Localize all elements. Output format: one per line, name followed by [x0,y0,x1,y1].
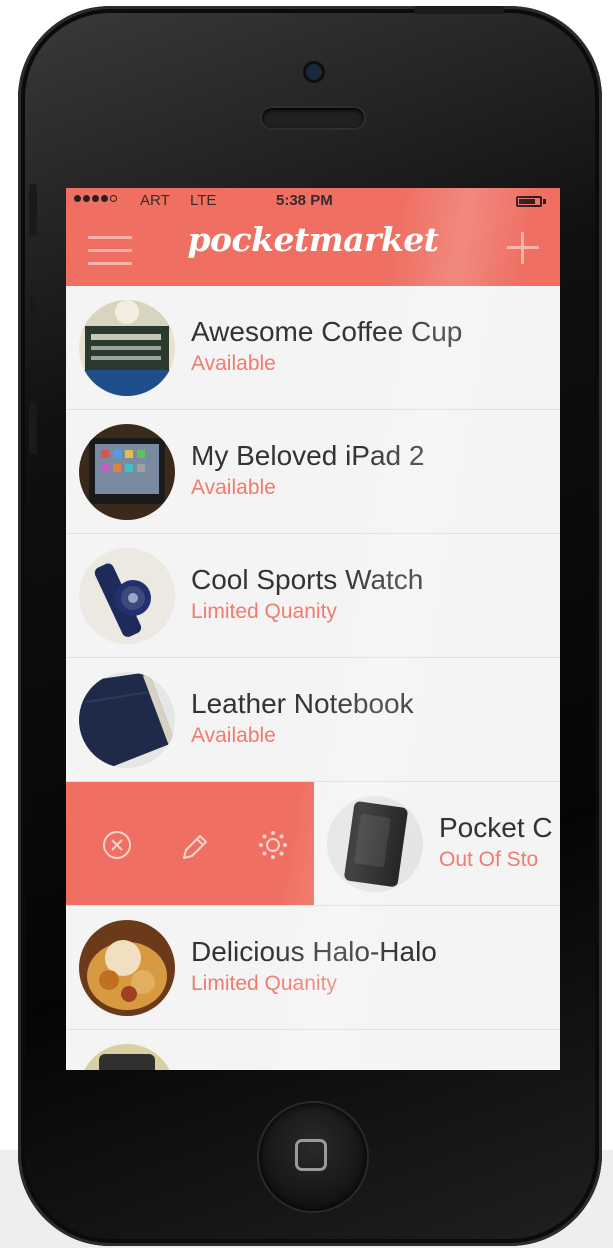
carrier-name: ART [140,192,170,209]
close-circle-icon[interactable] [102,830,132,860]
home-square-icon [295,1139,327,1171]
front-camera [306,64,322,80]
item-title: Pocket C [439,812,553,843]
app-header: ART LTE 5:38 PM pocketmarket [66,188,560,286]
item-status: Available [191,724,276,747]
swipe-actions [66,782,314,905]
item-thumbnail [79,548,175,644]
list-item[interactable]: Awesome Coffee Cup Available [66,286,560,410]
item-thumbnail [79,672,175,768]
status-time: 5:38 PM [276,192,333,209]
pencil-icon[interactable] [180,830,210,860]
gear-icon[interactable] [258,830,288,860]
battery-icon [516,196,542,207]
add-item-plus-icon[interactable] [507,232,539,264]
item-status: Out Of Sto [439,848,539,871]
list-item[interactable]: My Beloved iPad 2 Available [66,410,560,534]
earpiece-speaker [262,108,364,128]
item-thumbnail [79,424,175,520]
power-button [414,6,504,14]
battery-nub [543,199,546,204]
signal-strength-icon [74,195,117,202]
list-item-partial[interactable] [66,1030,560,1070]
list-item-swiped[interactable]: Pocket C Out Of Sto [66,782,560,906]
item-title: Leather Notebook [191,688,414,719]
item-title: Cool Sports Watch [191,564,424,595]
item-status: Limited Quanity [191,600,337,623]
item-status: Available [191,352,276,375]
item-thumbnail [79,1044,175,1070]
mute-switch [29,184,37,236]
item-title: My Beloved iPad 2 [191,440,425,471]
status-bar: ART LTE 5:38 PM [66,188,560,214]
home-button[interactable] [259,1103,367,1211]
swiped-row-content[interactable]: Pocket C Out Of Sto [314,782,560,905]
item-title: Awesome Coffee Cup [191,316,463,347]
item-status: Available [191,476,276,499]
volume-up-button [29,296,37,348]
list-item[interactable]: Cool Sports Watch Limited Quanity [66,534,560,658]
list-item[interactable]: Delicious Halo-Halo Limited Quanity [66,906,560,1030]
item-thumbnail [327,796,423,892]
item-title: Delicious Halo-Halo [191,936,437,967]
item-thumbnail [79,920,175,1016]
list-item[interactable]: Leather Notebook Available [66,658,560,782]
item-status: Limited Quanity [191,972,337,995]
item-thumbnail [79,300,175,396]
volume-down-button [29,402,37,454]
network-type: LTE [190,192,217,209]
phone-screen: ART LTE 5:38 PM pocketmarket Awesome Cof… [66,188,560,1070]
app-title: pocketmarket [187,220,439,259]
